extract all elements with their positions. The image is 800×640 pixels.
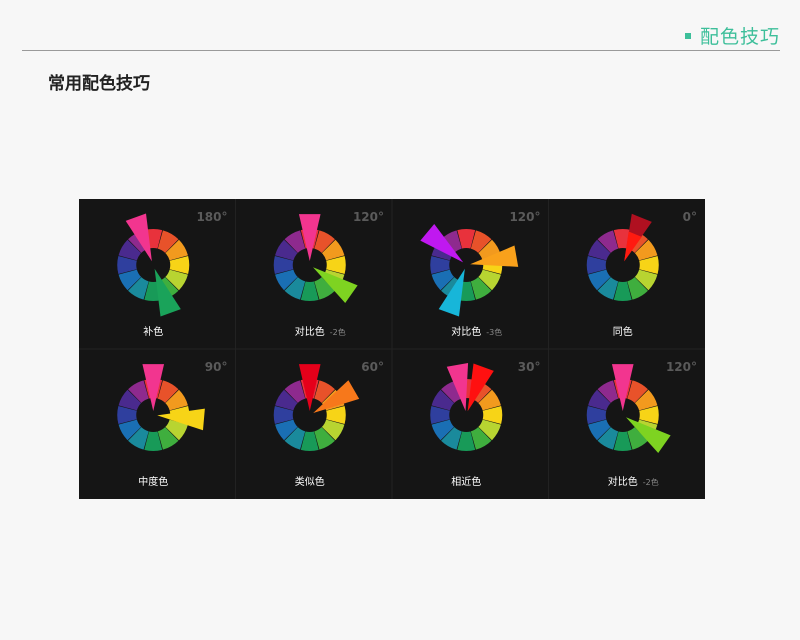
scheme-angle: 120° <box>353 210 384 224</box>
scheme-angle: 120° <box>509 210 540 224</box>
scheme-label: 对比色 <box>295 325 325 338</box>
scheme-sublabel: -2色 <box>643 477 659 487</box>
scheme-angle: 0° <box>683 210 697 224</box>
color-scheme-card: 0° 同色 <box>586 210 697 338</box>
scheme-angle: 30° <box>518 360 541 374</box>
scheme-label: 补色 <box>143 325 163 338</box>
scheme-sublabel: -2色 <box>330 327 346 337</box>
scheme-sublabel: -3色 <box>486 327 502 337</box>
color-scheme-card: 120° 对比色 -3色 <box>420 210 541 338</box>
section-brand: 配色技巧 <box>684 22 780 49</box>
color-scheme-card: 60° 类似色 <box>273 360 384 488</box>
color-wheel-grid: 180° 补色 120° 对比色 -2色 120° 对比色 -3色 0° 同色 90° 中度色 60° 类… <box>79 199 705 499</box>
color-scheme-panel: 180° 补色 120° 对比色 -2色 120° 对比色 -3色 0° 同色 90° 中度色 60° 类… <box>79 199 705 499</box>
color-scheme-card: 30° 相近色 <box>430 360 541 488</box>
color-pointer <box>298 214 321 261</box>
scheme-label: 同色 <box>613 325 633 338</box>
color-pointer <box>142 364 165 411</box>
section-title: 配色技巧 <box>699 26 780 48</box>
scheme-angle: 60° <box>361 360 384 374</box>
color-scheme-card: 120° 对比色 -2色 <box>273 210 384 338</box>
color-scheme-card: 90° 中度色 <box>117 360 228 488</box>
page-title: 常用配色技巧 <box>48 74 150 94</box>
color-scheme-card: 120° 对比色 -2色 <box>586 360 697 488</box>
scheme-label: 类似色 <box>295 475 325 488</box>
scheme-angle: 180° <box>196 210 227 224</box>
brand-square-icon <box>684 32 691 39</box>
scheme-label: 对比色 <box>451 325 481 338</box>
color-pointer <box>611 364 634 411</box>
color-pointer <box>298 364 321 411</box>
scheme-label: 中度色 <box>138 475 168 488</box>
color-scheme-card: 180° 补色 <box>117 210 228 338</box>
header-divider <box>22 50 780 51</box>
scheme-label: 相近色 <box>451 475 481 488</box>
scheme-angle: 90° <box>205 360 228 374</box>
scheme-angle: 120° <box>666 360 697 374</box>
scheme-label: 对比色 <box>608 475 638 488</box>
